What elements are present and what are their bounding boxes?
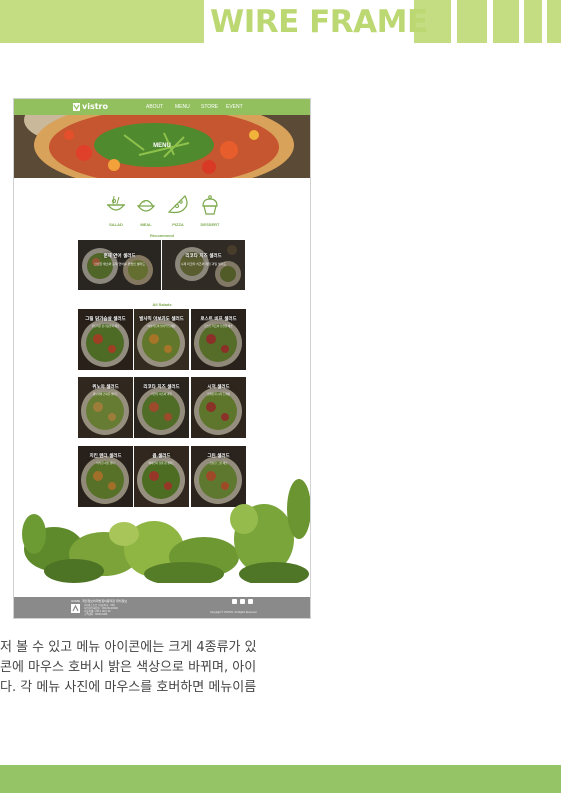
salad-card[interactable]: 그릴 닭가슴살 샐러드부드러운 닭가슴살과 채소 bbox=[78, 309, 133, 370]
band-gap bbox=[542, 0, 547, 43]
salad-card-title: 발사믹 아보카도 샐러드 bbox=[139, 317, 184, 322]
salad-card[interactable]: 로스트 비프 샐러드로스트 비프와 신선한 채소 bbox=[191, 309, 246, 370]
website-mockup: vistro ABOUT MENU STORE EVENT MENU SALAD… bbox=[13, 98, 311, 619]
salad-card-title: 퀴노아 샐러드 bbox=[92, 385, 119, 390]
salad-card-desc: 바삭한 치킨 텐더 bbox=[96, 462, 115, 465]
footer-link[interactable]: 위치정보 bbox=[116, 599, 127, 603]
category-label: DESSERT bbox=[200, 222, 220, 227]
salad-card-desc: 로스트 비프와 신선한 채소 bbox=[204, 325, 233, 328]
vistro-logo-icon bbox=[73, 103, 80, 111]
cupcake-icon bbox=[202, 195, 218, 215]
recommend-card-desc: 신선한 채소와 훈제 연어를 곁들인 샐러드 bbox=[93, 262, 146, 266]
salad-card-desc: 베이컨과 달걀 콥 샐러드 bbox=[148, 462, 175, 465]
hero-pizza-image: MENU bbox=[14, 115, 310, 178]
category-label: SALAD bbox=[109, 222, 123, 227]
footer-company-info: (주)비스트로 | 대표이사 : 000 사업자등록번호 : 000-00-00… bbox=[84, 604, 144, 616]
salad-card-title: 시저 샐러드 bbox=[207, 385, 230, 390]
description-line: 다. 각 메뉴 사진에 마우스를 호버하면 메뉴이름 bbox=[0, 680, 257, 695]
category-dessert[interactable]: DESSERT bbox=[195, 194, 225, 227]
mockup-navbar: vistro ABOUT MENU STORE EVENT bbox=[14, 99, 310, 115]
category-label: MEAL bbox=[140, 222, 152, 227]
salad-card-title: 로스트 비프 샐러드 bbox=[200, 317, 237, 322]
instagram-icon[interactable] bbox=[232, 599, 237, 604]
footer-link[interactable]: 이용약관 bbox=[104, 599, 115, 603]
mockup-logo[interactable]: vistro bbox=[82, 102, 108, 112]
recommend-card-desc: 수제 리코타 치즈와 제철 과일 샐러드 bbox=[180, 262, 227, 266]
salad-card-desc: 신선한 그린 채소 bbox=[209, 462, 228, 465]
tree-foliage-decoration bbox=[14, 479, 310, 599]
all-salads-title: All Salads bbox=[152, 302, 172, 307]
salad-card[interactable]: 리코타 치즈 샐러드리코타 치즈와 과일 bbox=[134, 377, 189, 438]
rice-bowl-icon bbox=[136, 199, 156, 212]
recommend-title: Recommend bbox=[149, 233, 174, 238]
facebook-icon[interactable] bbox=[240, 599, 245, 604]
hero-title: MENU bbox=[153, 143, 171, 149]
salad-card-desc: 로메인과 시저 드레싱 bbox=[207, 393, 230, 396]
footer-link[interactable]: 개인정보처리방침 bbox=[82, 599, 104, 603]
salad-card-desc: 리코타 치즈와 과일 bbox=[151, 393, 172, 396]
footer-logo-icon bbox=[71, 604, 80, 613]
salad-card-title: 그릴 닭가슴살 샐러드 bbox=[85, 317, 126, 322]
recommend-card-title: 리코타 치즈 샐러드 bbox=[185, 254, 222, 259]
youtube-icon[interactable] bbox=[248, 599, 253, 604]
category-salad[interactable]: SALAD bbox=[101, 194, 131, 227]
salad-card[interactable]: 시저 샐러드로메인과 시저 드레싱 bbox=[191, 377, 246, 438]
footer-link[interactable]: HOME bbox=[71, 599, 80, 603]
salad-card-title: 치킨 텐더 샐러드 bbox=[89, 454, 122, 459]
description-line: 저 볼 수 있고 메뉴 아이콘에는 크게 4종류가 있 bbox=[0, 640, 257, 655]
salad-card-title: 콥 샐러드 bbox=[152, 454, 171, 459]
salad-card-title: 그린 샐러드 bbox=[207, 454, 230, 459]
category-meal[interactable]: MEAL bbox=[131, 194, 161, 227]
recommend-card[interactable]: 리코타 치즈 샐러드 수제 리코타 치즈와 제철 과일 샐러드 bbox=[162, 240, 245, 290]
category-pizza[interactable]: PIZZA bbox=[163, 194, 193, 227]
description-line: 콘에 마우스 호버시 밝은 색상으로 바뀌며, 아이 bbox=[0, 660, 257, 675]
band-gap bbox=[519, 0, 524, 43]
salad-card[interactable]: 발사믹 아보카도 샐러드아보카도와 발사믹 드레싱 bbox=[134, 309, 189, 370]
pizza-slice-icon bbox=[167, 194, 188, 214]
nav-item-about[interactable]: ABOUT bbox=[146, 104, 163, 110]
salad-card-desc: 부드러운 닭가슴살과 채소 bbox=[91, 325, 120, 328]
nav-item-store[interactable]: STORE bbox=[201, 104, 218, 110]
salad-card-desc: 퀴노아와 견과류 샐러드 bbox=[92, 393, 119, 396]
band-gap bbox=[451, 0, 457, 43]
nav-item-menu[interactable]: MENU bbox=[175, 104, 190, 110]
category-label: PIZZA bbox=[172, 222, 184, 227]
nav-item-event[interactable]: EVENT bbox=[226, 104, 243, 110]
recommend-card[interactable]: 훈제 연어 샐러드 신선한 채소와 훈제 연어를 곁들인 샐러드 bbox=[78, 240, 161, 290]
page-title: WIRE FRAME bbox=[210, 4, 428, 40]
recommend-card-title: 훈제 연어 샐러드 bbox=[103, 254, 136, 259]
salad-card[interactable]: 퀴노아 샐러드퀴노아와 견과류 샐러드 bbox=[78, 377, 133, 438]
bottom-accent-band bbox=[0, 765, 561, 793]
salad-card-title: 리코타 치즈 샐러드 bbox=[143, 385, 180, 390]
footer-info-line: 고객센터 : 0000-0000 bbox=[84, 613, 108, 616]
band-gap bbox=[487, 0, 493, 43]
footer-copyright: Copyright © VISTRO. All Rights Reserved. bbox=[210, 611, 258, 614]
salad-bowl-icon bbox=[106, 195, 126, 211]
salad-card-desc: 아보카도와 발사믹 드레싱 bbox=[147, 325, 176, 328]
mockup-footer: HOME 개인정보처리방침 이용약관 위치정보 (주)비스트로 | 대표이사 :… bbox=[14, 597, 310, 618]
